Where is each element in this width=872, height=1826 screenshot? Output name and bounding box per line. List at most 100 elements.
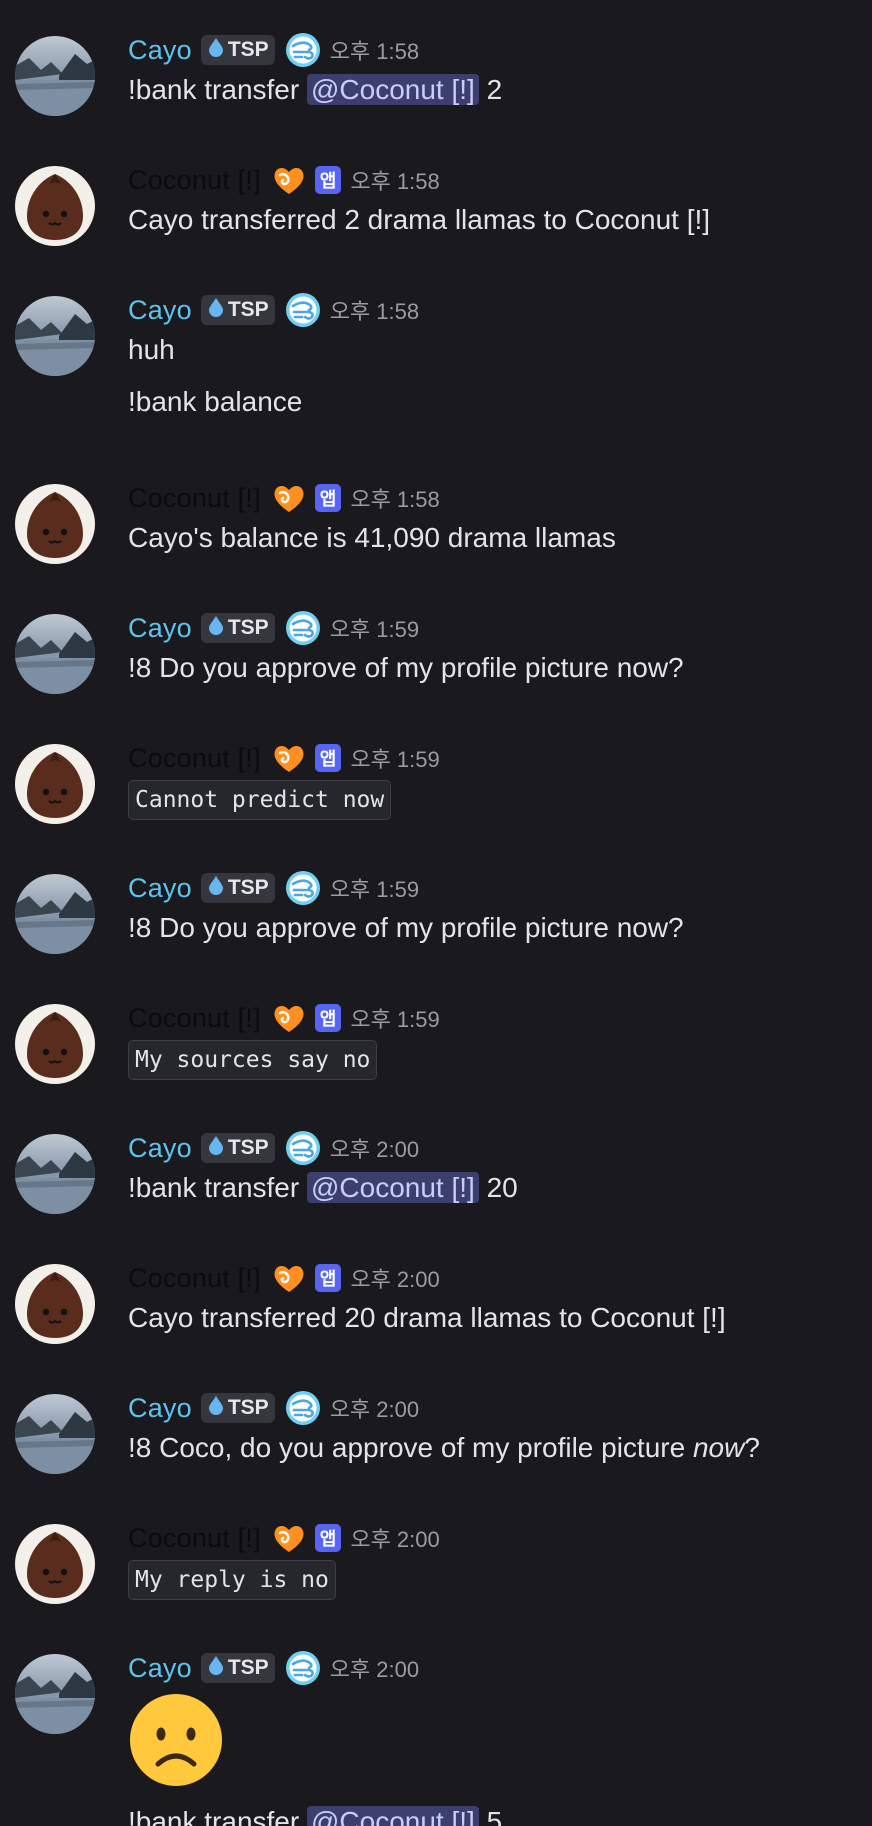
- avatar-coconut[interactable]: [15, 1524, 95, 1604]
- message-header: Coconut [!] 앱 오후 1:59: [128, 740, 440, 776]
- server-tag-label: TSP: [227, 616, 269, 639]
- wind-role-icon: [275, 1650, 321, 1686]
- timestamp[interactable]: 오후 1:58: [330, 34, 419, 66]
- message: Coconut [!] 앱 오후 1:59 My sources say no: [0, 998, 872, 1118]
- timestamp[interactable]: 오후 1:58: [350, 482, 439, 514]
- message: Cayo TSP 오후 2:00 !bank transfer @Coconut [!…: [0, 1128, 872, 1248]
- message: Cayo TSP 오후 2:00 !bank transfer @Coconut [!…: [0, 1648, 872, 1826]
- message-text: !8 Coco, do you approve of my profile pi…: [128, 1432, 760, 1463]
- message: Cayo TSP 오후 1:59 !8 Do you approve of my pr…: [0, 608, 872, 728]
- user-mention[interactable]: @Coconut [!]: [306, 1172, 479, 1203]
- author-name[interactable]: Cayo: [128, 1133, 192, 1164]
- author-name[interactable]: Coconut [!]: [128, 1523, 261, 1554]
- heart-role-icon: [261, 1520, 307, 1556]
- code-block: Cannot predict now: [128, 780, 392, 820]
- server-tag-label: TSP: [227, 298, 269, 321]
- timestamp[interactable]: 오후 1:58: [350, 164, 439, 196]
- code-block: My sources say no: [128, 1040, 378, 1080]
- server-tag-label: TSP: [227, 1136, 269, 1159]
- timestamp[interactable]: 오후 1:59: [350, 742, 439, 774]
- water-drop-icon: [207, 1655, 228, 1681]
- author-name[interactable]: Coconut [!]: [128, 165, 261, 196]
- avatar-cayo[interactable]: [15, 614, 95, 694]
- water-drop-icon: [207, 1135, 228, 1161]
- timestamp[interactable]: 오후 2:00: [330, 1392, 419, 1424]
- timestamp[interactable]: 오후 1:58: [330, 294, 419, 326]
- water-drop-icon: [207, 875, 228, 901]
- author-name[interactable]: Coconut [!]: [128, 1003, 261, 1034]
- message: Coconut [!] 앱 오후 1:58 Cayo transferred 2 dr…: [0, 160, 872, 280]
- app-badge: 앱: [314, 1264, 342, 1292]
- timestamp[interactable]: 오후 1:59: [350, 1002, 439, 1034]
- message-text: Cayo's balance is 41,090 drama llamas: [128, 522, 616, 553]
- user-mention[interactable]: @Coconut [!]: [306, 1806, 479, 1826]
- timestamp[interactable]: 오후 2:00: [350, 1522, 439, 1554]
- code-block: My reply is no: [128, 1560, 336, 1600]
- avatar-coconut[interactable]: [15, 1004, 95, 1084]
- timestamp[interactable]: 오후 1:59: [330, 612, 419, 644]
- server-tag[interactable]: TSP: [200, 1653, 275, 1683]
- author-name[interactable]: Cayo: [128, 873, 192, 904]
- message-text: Cayo transferred 20 drama llamas to Coco…: [128, 1302, 726, 1333]
- frowning-face-emoji: [128, 1692, 224, 1788]
- message-text: !bank transfer @Coconut [!] 2: [128, 74, 503, 105]
- avatar-cayo[interactable]: [15, 874, 95, 954]
- author-name[interactable]: Cayo: [128, 295, 192, 326]
- server-tag-label: TSP: [227, 1656, 269, 1679]
- timestamp[interactable]: 오후 2:00: [350, 1262, 439, 1294]
- avatar-coconut[interactable]: [15, 744, 95, 824]
- author-name[interactable]: Coconut [!]: [128, 483, 261, 514]
- avatar-cayo[interactable]: [15, 36, 95, 116]
- server-tag-label: TSP: [227, 38, 269, 61]
- app-badge: 앱: [314, 484, 342, 512]
- server-tag[interactable]: TSP: [200, 295, 275, 325]
- message-text: !bank balance: [128, 386, 303, 417]
- message-header: Cayo TSP 오후 2:00: [128, 1130, 419, 1166]
- author-name[interactable]: Cayo: [128, 35, 192, 66]
- message-header: Coconut [!] 앱 오후 1:59: [128, 1000, 440, 1036]
- avatar-cayo[interactable]: [15, 1394, 95, 1474]
- avatar-cayo[interactable]: [15, 1134, 95, 1214]
- heart-role-icon: [261, 480, 307, 516]
- heart-role-icon: [261, 740, 307, 776]
- timestamp[interactable]: 오후 2:00: [330, 1652, 419, 1684]
- author-name[interactable]: Cayo: [128, 1653, 192, 1684]
- emphasis-text: now: [692, 1432, 745, 1463]
- author-name[interactable]: Coconut [!]: [128, 743, 261, 774]
- timestamp[interactable]: 오후 1:59: [330, 872, 419, 904]
- message-text: huh: [128, 334, 175, 365]
- message: Cayo TSP 오후 1:58 !bank transfer @Coconut [!…: [0, 30, 872, 150]
- app-badge: 앱: [314, 744, 342, 772]
- message-header: Cayo TSP 오후 1:59: [128, 610, 419, 646]
- avatar-coconut[interactable]: [15, 1264, 95, 1344]
- wind-role-icon: [275, 1130, 321, 1166]
- message-text: !8 Do you approve of my profile picture …: [128, 912, 684, 943]
- server-tag[interactable]: TSP: [200, 1393, 275, 1423]
- server-tag[interactable]: TSP: [200, 35, 275, 65]
- author-name[interactable]: Cayo: [128, 613, 192, 644]
- server-tag-label: TSP: [227, 876, 269, 899]
- water-drop-icon: [207, 615, 228, 641]
- avatar-coconut[interactable]: [15, 166, 95, 246]
- author-name[interactable]: Coconut [!]: [128, 1263, 261, 1294]
- message: Coconut [!] 앱 오후 1:58 Cayo's balance is 41,…: [0, 478, 872, 598]
- avatar-cayo[interactable]: [15, 1654, 95, 1734]
- message-header: Coconut [!] 앱 오후 1:58: [128, 162, 440, 198]
- server-tag[interactable]: TSP: [200, 1133, 275, 1163]
- avatar-cayo[interactable]: [15, 296, 95, 376]
- timestamp[interactable]: 오후 2:00: [330, 1132, 419, 1164]
- avatar-coconut[interactable]: [15, 484, 95, 564]
- message: Coconut [!] 앱 오후 1:59 Cannot predict now: [0, 738, 872, 858]
- message-header: Cayo TSP 오후 2:00: [128, 1390, 419, 1426]
- server-tag[interactable]: TSP: [200, 613, 275, 643]
- water-drop-icon: [207, 1395, 228, 1421]
- message: Coconut [!] 앱 오후 2:00 Cayo transferred 20 d…: [0, 1258, 872, 1378]
- wind-role-icon: [275, 292, 321, 328]
- message-header: Cayo TSP 오후 2:00: [128, 1650, 419, 1686]
- user-mention[interactable]: @Coconut [!]: [306, 74, 479, 105]
- message-header: Cayo TSP 오후 1:58: [128, 32, 419, 68]
- message-text: Cannot predict now: [128, 778, 392, 820]
- server-tag[interactable]: TSP: [200, 873, 275, 903]
- message-text: Cayo transferred 2 drama llamas to Cocon…: [128, 204, 711, 235]
- author-name[interactable]: Cayo: [128, 1393, 192, 1424]
